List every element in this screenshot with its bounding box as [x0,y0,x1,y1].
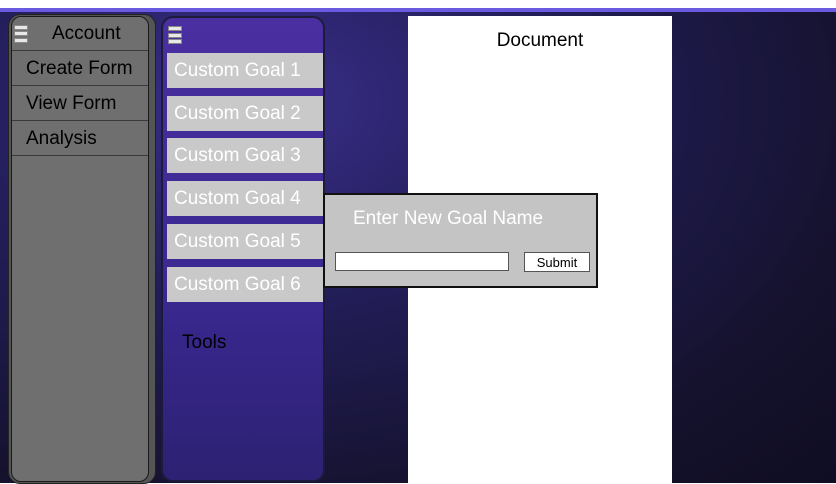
goal-item-3[interactable]: Custom Goal 3 [167,138,323,173]
goal-name-input[interactable] [335,252,509,271]
menu-item-analysis[interactable]: Analysis [12,121,148,156]
goals-panel: Custom Goal 1 Custom Goal 2 Custom Goal … [161,16,325,482]
account-panel: Account Create Form View Form Analysis [11,16,149,482]
dialog-title: Enter New Goal Name [353,208,544,229]
account-label: Account [52,23,121,44]
goal-item-1[interactable]: Custom Goal 1 [167,53,323,88]
top-border [0,8,836,12]
goal-item-4[interactable]: Custom Goal 4 [167,181,323,216]
hamburger-menu-icon[interactable] [14,24,28,43]
menu-item-create-form[interactable]: Create Form [12,51,148,86]
account-header[interactable]: Account [12,17,148,51]
menu-item-view-form[interactable]: View Form [12,86,148,121]
document-title: Document [496,30,584,51]
tools-label: Tools [182,332,227,353]
new-goal-dialog: Enter New Goal Name Submit [323,193,598,288]
goal-item-5[interactable]: Custom Goal 5 [167,224,323,259]
hamburger-menu-icon[interactable] [168,26,182,44]
goal-item-6[interactable]: Custom Goal 6 [167,267,323,302]
submit-button[interactable]: Submit [524,252,590,272]
goal-item-2[interactable]: Custom Goal 2 [167,96,323,131]
